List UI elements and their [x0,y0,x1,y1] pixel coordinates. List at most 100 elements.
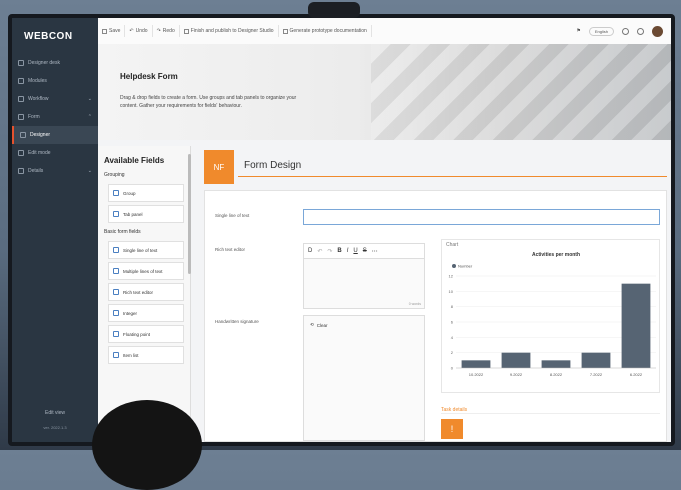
webcam [308,2,360,18]
chevron-down-icon: ⌄ [87,96,92,102]
strikethrough-icon[interactable]: S [363,248,367,254]
multiline-icon [113,268,119,274]
rte-toolbar: D ↶ ↷ B I U S ⋯ [304,244,424,259]
modules-icon [18,78,24,84]
redo-button[interactable]: ↷ Redo [153,25,180,37]
monitor-frame: WEBCON ‹ Designer desk Modules Workflow⌄… [8,14,675,446]
y-tick-label: 4 [451,335,454,340]
y-tick-label: 12 [449,274,454,279]
bar [541,360,571,368]
y-tick-label: 10 [449,289,454,294]
toolbar-right: ⚑ English [576,25,671,37]
chevron-up-icon: ⌃ [87,114,92,120]
rte-word-count: 0 words [408,302,421,306]
field-rich-text[interactable]: Rich text editor [108,283,184,301]
logo-row: WEBCON ‹ [12,18,102,54]
top-toolbar: Save ↶ Undo ↷ Redo Finish and publish to D… [98,18,671,45]
webcon-logo: WEBCON [24,30,73,42]
field-item-list[interactable]: Item list [108,346,184,364]
clear-icon: ⟲ [310,322,314,327]
single-line-label: Single line of text [215,213,250,218]
x-tick-label: 6.2022 [630,372,643,377]
single-line-input[interactable] [303,209,660,225]
legend-swatch [452,264,456,268]
bar [461,360,491,368]
publish-icon [183,28,189,34]
chevron-down-icon: ⌄ [87,168,92,174]
edit-view-link[interactable]: Edit view [12,410,98,416]
clear-button[interactable]: ⟲ Clear [310,322,418,328]
task-info-icon[interactable]: ! [441,419,463,439]
sidebar-item-modules[interactable]: Modules [12,72,98,90]
undo-icon[interactable]: ↶ [317,248,322,255]
rich-text-editor[interactable]: D ↶ ↷ B I U S ⋯ 0 words [303,243,425,309]
field-tab-panel[interactable]: Tab panel [108,205,184,223]
chart-title: Activities per month [532,252,580,258]
header-banner: Helpdesk Form Drag & drop fields to crea… [98,44,671,140]
language-select[interactable]: English [588,26,614,36]
field-multi-line[interactable]: Multiple lines of text [108,262,184,280]
sidebar-item-designer[interactable]: Designer [12,126,98,144]
list-icon [113,352,119,358]
flag-icon[interactable]: ⚑ [576,28,580,34]
page-description: Drag & drop fields to create a form. Use… [120,95,297,109]
bar [581,352,611,368]
fields-scrollbar[interactable] [188,154,191,274]
avatar[interactable] [652,25,663,37]
save-button[interactable]: Save [98,25,126,37]
tab-panel-icon [113,211,119,217]
undo-button[interactable]: ↶ Undo [125,25,153,37]
format-icon[interactable]: D [308,248,312,254]
field-integer[interactable]: Integer [108,304,184,322]
banner-image [371,44,671,140]
version-text: ver. 2022.1.3 [43,425,67,430]
field-single-line[interactable]: Single line of text [108,241,184,259]
designer-icon [20,132,26,138]
y-tick-label: 2 [451,350,454,355]
underline-icon[interactable]: U [353,248,357,254]
help-icon[interactable] [622,27,629,35]
form-canvas: Single line of text Rich text editor D ↶… [204,190,667,442]
generate-docs-button[interactable]: Generate prototype documentation [279,25,372,37]
italic-icon[interactable]: I [347,248,349,254]
sidebar-item-designer-desk[interactable]: Designer desk [12,54,98,72]
app-screen: WEBCON ‹ Designer desk Modules Workflow⌄… [12,18,671,442]
bar [621,283,651,368]
x-tick-label: 7.2022 [590,372,603,377]
rich-text-label: Rich text editor [215,247,246,252]
sidebar-item-details[interactable]: Details ⌄ [12,162,98,180]
more-icon[interactable]: ⋯ [372,248,378,255]
field-floating-point[interactable]: Floating point [108,325,184,343]
form-badge: NF [204,150,234,184]
sidebar: WEBCON ‹ Designer desk Modules Workflow⌄… [12,18,102,442]
page-title: Helpdesk Form [120,72,178,81]
publish-button[interactable]: Finish and publish to Designer Studio [180,25,279,37]
title-underline [238,176,667,177]
chart-section-label: Chart [446,242,459,248]
form-design-area: NF Form Design Single line of text Rich … [198,146,671,442]
basic-fields-title: Basic form fields [104,229,141,235]
chart-panel: Chart Activities per month Number 0 2 4 6 8 10 1… [441,239,660,393]
sidebar-item-form[interactable]: Form ⌃ [12,108,98,126]
settings-icon[interactable] [637,27,644,35]
available-fields-title: Available Fields [104,156,165,165]
document-icon [282,28,288,34]
signature-pad[interactable]: ⟲ Clear [303,315,425,441]
bold-icon[interactable]: B [337,248,341,254]
redo-icon[interactable]: ↷ [327,248,332,255]
task-divider [441,413,660,414]
legend-label: Number [458,264,473,269]
available-fields-panel: Available Fields Grouping Group Tab pane… [98,146,191,442]
edit-icon [18,150,24,156]
rich-text-icon [113,289,119,295]
person-head-silhouette [92,400,202,490]
y-tick-label: 0 [451,366,454,371]
activities-chart: Activities per month Number 0 2 4 6 8 10 12 10.20… [449,252,656,377]
sidebar-item-edit-mode[interactable]: Edit mode [12,144,98,162]
sidebar-item-workflow[interactable]: Workflow ⌄ [12,90,98,108]
field-group[interactable]: Group [108,184,184,202]
redo-icon: ↷ [156,28,161,34]
undo-icon: ↶ [129,28,134,34]
save-icon [102,28,107,34]
x-tick-label: 10.2022 [469,372,484,377]
